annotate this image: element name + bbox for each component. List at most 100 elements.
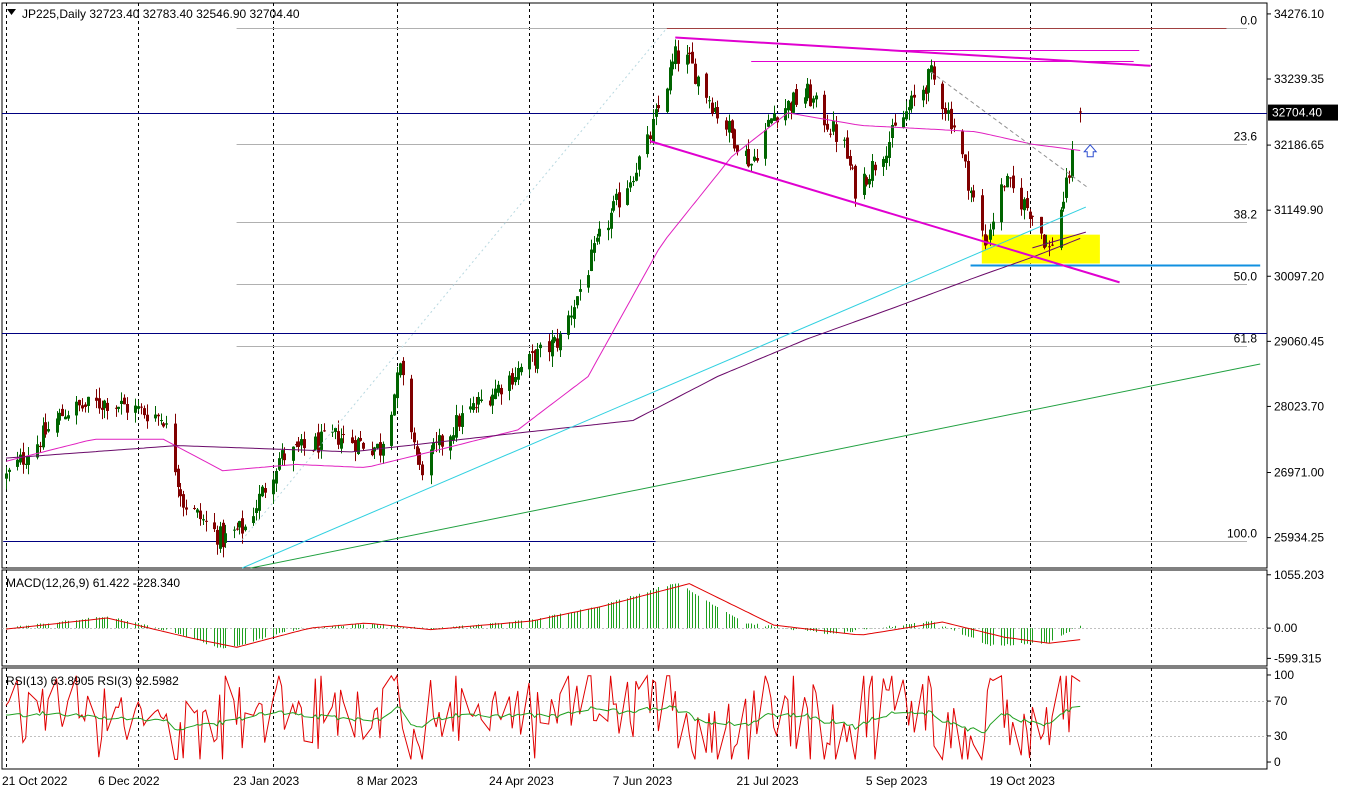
fib-level-label: 50.0 xyxy=(1234,270,1258,284)
candle-body xyxy=(1068,175,1071,178)
candle-body xyxy=(317,432,320,453)
candle-body xyxy=(671,61,674,70)
y-tick-label: 32186.65 xyxy=(1274,138,1324,152)
candle-body xyxy=(517,367,520,380)
candle-body xyxy=(711,102,714,114)
candle-body xyxy=(691,51,694,64)
candle-body xyxy=(430,449,433,476)
candle-body xyxy=(770,118,773,124)
candle-body xyxy=(182,494,185,508)
candle-body xyxy=(334,428,337,432)
candle-body xyxy=(930,65,933,73)
candle-body xyxy=(657,105,660,109)
candle-body xyxy=(809,84,812,107)
candle-body xyxy=(472,403,475,410)
candle-body xyxy=(669,67,672,91)
candle-body xyxy=(323,430,326,432)
x-tick-label: 24 Apr 2023 xyxy=(489,774,554,788)
candle-body xyxy=(882,158,885,167)
candle-body xyxy=(812,98,815,103)
candle-body xyxy=(728,120,731,133)
candle-body xyxy=(806,83,809,99)
fib-level-label: 23.6 xyxy=(1234,130,1258,144)
candle-body xyxy=(342,434,345,436)
x-tick-label: 7 Jun 2023 xyxy=(613,774,673,788)
candle-body xyxy=(941,83,944,110)
candle-body xyxy=(905,111,908,120)
candle-body xyxy=(78,399,81,406)
candle-body xyxy=(868,178,871,185)
candle-body xyxy=(134,405,137,413)
candle-body xyxy=(989,229,992,240)
candle-body xyxy=(413,432,416,443)
x-tick-label: 21 Oct 2022 xyxy=(2,774,68,788)
candle-body xyxy=(849,156,852,166)
candle-body xyxy=(764,130,767,159)
fib-level-label: 100.0 xyxy=(1227,527,1257,541)
candle-body xyxy=(432,442,435,450)
candle-body xyxy=(193,507,196,509)
candle-body xyxy=(804,97,807,104)
macd-title: MACD(12,26,9) 61.422 -228.340 xyxy=(6,576,180,590)
candle-body xyxy=(337,431,340,445)
current-price-label: 32704.40 xyxy=(1272,106,1322,120)
macd-panel-frame xyxy=(1,569,1268,667)
candle-body xyxy=(95,397,98,401)
candle-body xyxy=(615,193,618,200)
candle-body xyxy=(649,135,652,140)
candle-body xyxy=(708,100,711,102)
chart-canvas[interactable]: 0.023.638.250.061.8100.0 34276.1033239.3… xyxy=(0,0,1348,795)
rsi-title: RSI(13) 63.8905 RSI(3) 92.5982 xyxy=(6,674,179,688)
y-tick-label: 31149.90 xyxy=(1274,203,1323,217)
candle-body xyxy=(303,439,306,449)
rsi-tick-label: 100 xyxy=(1274,668,1294,682)
candle-body xyxy=(461,413,464,427)
candle-body xyxy=(1062,201,1065,209)
macd-tick-label: 0.00 xyxy=(1274,621,1298,635)
candle-body xyxy=(846,137,849,159)
candle-body xyxy=(697,76,700,87)
candle-body xyxy=(278,458,281,470)
candle-body xyxy=(393,394,396,416)
y-tick-label: 26971.00 xyxy=(1274,466,1324,480)
candle-body xyxy=(826,123,829,130)
candle-body xyxy=(224,533,227,543)
candle-body xyxy=(610,212,613,229)
candle-body xyxy=(58,412,61,421)
candle-body xyxy=(1029,211,1032,220)
candle-body xyxy=(865,177,868,185)
candle-body xyxy=(81,405,84,409)
candle-body xyxy=(252,516,255,524)
candle-body xyxy=(137,406,140,409)
candle-body xyxy=(539,344,542,349)
candle-body xyxy=(854,165,857,199)
candle-body xyxy=(598,228,601,237)
candle-body xyxy=(508,375,511,391)
candle-body xyxy=(480,399,483,401)
macd-tick-label: -599.315 xyxy=(1274,651,1322,665)
candle-body xyxy=(1051,244,1054,246)
candle-body xyxy=(635,172,638,181)
candle-body xyxy=(500,387,503,395)
candle-body xyxy=(528,354,531,370)
candle-body xyxy=(399,363,402,376)
candle-body xyxy=(646,134,649,155)
candle-body xyxy=(438,435,441,446)
candle-body xyxy=(767,119,770,127)
y-tick-label: 34276.10 xyxy=(1274,7,1324,21)
candle-body xyxy=(196,509,199,513)
candle-body xyxy=(927,69,930,93)
candle-body xyxy=(733,129,736,149)
candle-body xyxy=(258,493,261,511)
candle-body xyxy=(922,89,925,101)
candle-body xyxy=(632,181,635,183)
candle-body xyxy=(402,360,405,376)
candle-body xyxy=(202,519,205,521)
candle-body xyxy=(185,507,188,510)
candle-body xyxy=(1006,175,1009,188)
candle-body xyxy=(947,110,950,114)
candle-body xyxy=(902,117,905,128)
candle-body xyxy=(98,398,101,409)
candle-body xyxy=(8,469,11,472)
candle-body xyxy=(579,289,582,292)
